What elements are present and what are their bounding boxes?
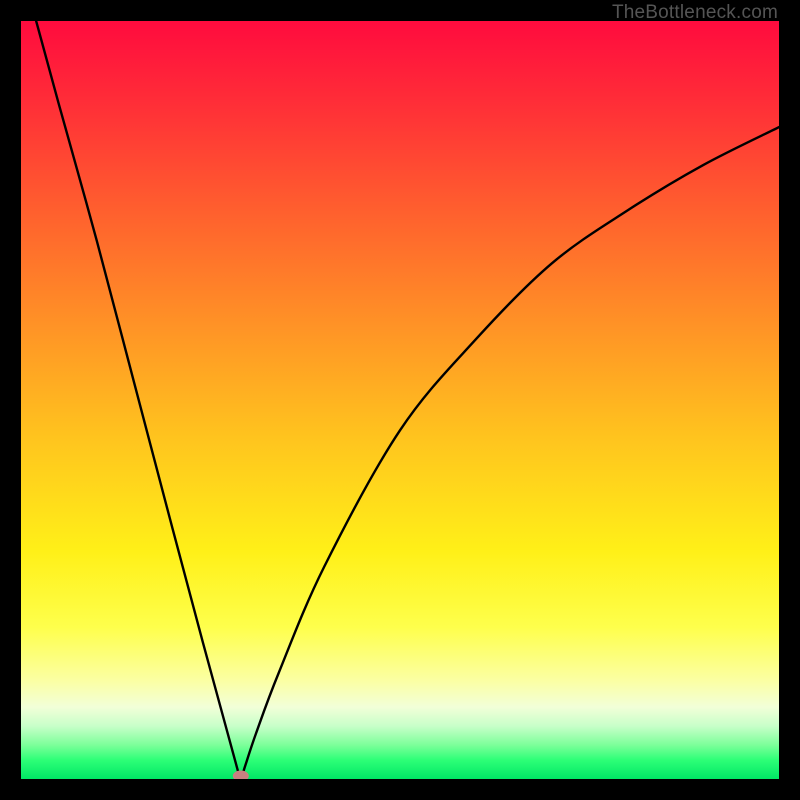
gradient-background bbox=[21, 21, 779, 779]
watermark-text: TheBottleneck.com bbox=[612, 2, 778, 24]
chart-frame bbox=[21, 21, 779, 779]
bottleneck-chart bbox=[21, 21, 779, 779]
